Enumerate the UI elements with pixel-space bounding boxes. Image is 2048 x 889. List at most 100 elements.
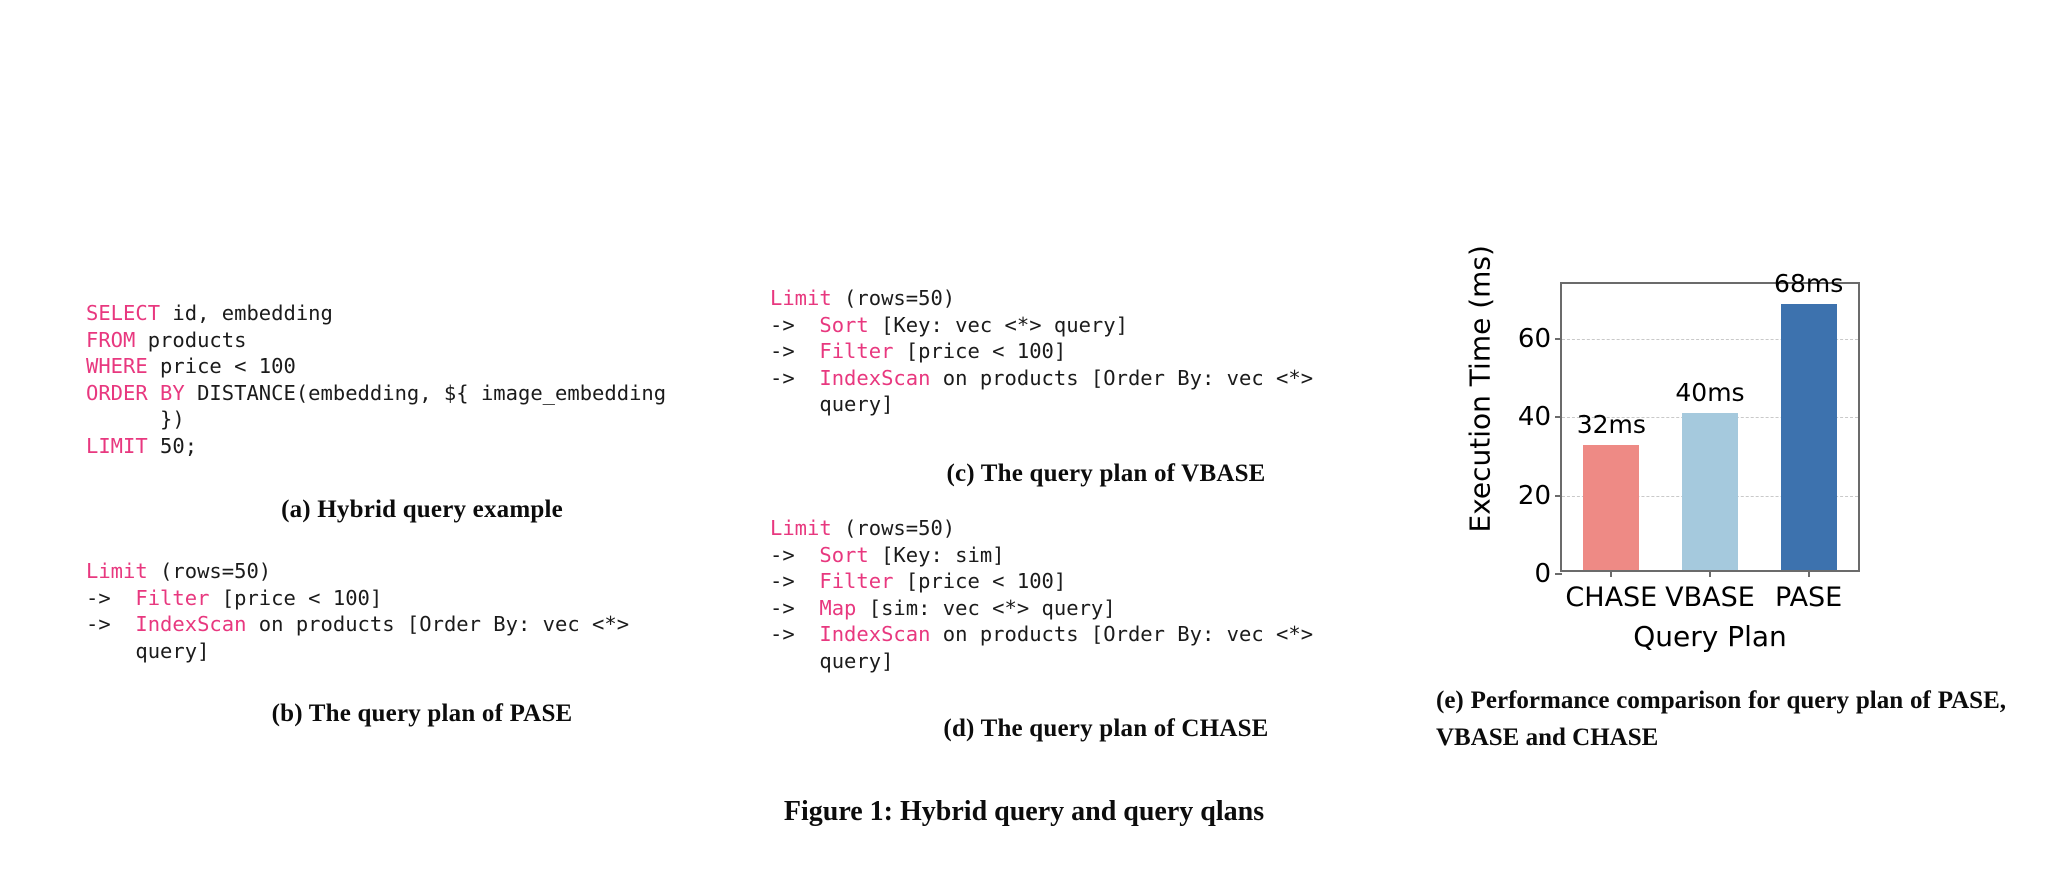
plan-pase-keyword: Limit [86, 559, 148, 583]
plan-pase-keyword: IndexScan [135, 612, 247, 636]
plan-chase-keyword: Sort [819, 542, 869, 567]
sql-keyword: ORDER BY [86, 380, 185, 405]
sql-text: 50; [147, 433, 198, 458]
sql-text: price < 100 [147, 354, 296, 378]
plan-pase-line: query] [86, 638, 629, 665]
sql-text: }) [86, 407, 185, 431]
plan-chase-keyword: Map [819, 595, 857, 620]
chart-y-tick-label: 40 [1517, 402, 1551, 433]
plan-pase-text: -> [86, 612, 136, 636]
plan-pase-line: -> Filter [price < 100] [86, 585, 629, 612]
plan-chase-text: on products [Order By: vec <*> [930, 622, 1314, 646]
panel-b-code-block: Limit (rows=50) -> Filter [price < 100] ->… [86, 558, 629, 664]
chart-x-tick-mark [1807, 570, 1810, 577]
chart-plot-frame: 0 20 40 60 32ms CHASE 40ms VBASE 68ms PASE [1518, 269, 1860, 613]
chart-x-tick-label: PASE [1775, 582, 1843, 613]
chart-bar: 68ms PASE [1774, 269, 1843, 613]
plan-chase-line: Limit (rows=50) [770, 515, 1313, 542]
plan-chase-keyword: Limit [770, 516, 832, 540]
chart-y-tick-mark [1555, 494, 1562, 497]
sql-keyword: SELECT [86, 301, 161, 325]
plan-vbase-line: Limit (rows=50) [770, 285, 1313, 312]
panel-e-caption: (e) Performance comparison for query pla… [1436, 687, 2006, 751]
plan-vbase-line: query] [770, 391, 1313, 418]
plan-pase-text: on products [Order By: vec <*> [246, 612, 630, 636]
chart-bar-value-label: 32ms [1576, 409, 1646, 439]
panel-c-caption: (c) The query plan of VBASE [946, 460, 1266, 487]
chart-bar-value-label: 40ms [1675, 378, 1745, 408]
plan-chase-text: [sim: vec <*> query] [856, 595, 1116, 620]
plan-vbase-text: [price < 100] [893, 339, 1067, 363]
sql-text: DISTANCE(embedding, ${ image_embedding [184, 380, 667, 405]
panel-c-code-block: Limit (rows=50) -> Sort [Key: vec <*> que… [770, 285, 1313, 418]
performance-bar-chart: Execution Time (ms) 0 20 40 60 32ms CHASE 40m… [1436, 245, 2016, 653]
plan-pase-text: -> [86, 585, 136, 610]
plan-vbase-text: [Key: vec <*> query] [868, 312, 1128, 337]
chart-bars: 32ms CHASE 40ms VBASE 68ms PASE [1562, 269, 1858, 613]
plan-chase-line: -> Sort [Key: sim] [770, 542, 1313, 569]
plan-pase-line: Limit (rows=50) [86, 558, 629, 585]
chart-area: Execution Time (ms) 0 20 40 60 32ms CHASE 40m… [1436, 245, 1896, 653]
chart-x-axis-label: Query Plan [1633, 620, 1787, 653]
panel-d-code-block: Limit (rows=50) -> Sort [Key: sim] -> Filt… [770, 515, 1313, 674]
panel-a-caption: (a) Hybrid query example [281, 496, 563, 523]
plan-chase-text: -> [770, 569, 820, 593]
chart-bar-group: 68ms PASE [1759, 269, 1858, 613]
chart-y-tick-label: 0 [1534, 559, 1551, 589]
plan-chase-line: query] [770, 648, 1313, 675]
sql-keyword: LIMIT [86, 433, 148, 458]
chart-x-tick-label: CHASE [1565, 582, 1658, 613]
chart-bar-group: 40ms VBASE [1661, 284, 1760, 613]
panel-d-caption: (d) The query plan of CHASE [943, 715, 1269, 742]
plan-vbase-keyword: Sort [819, 312, 869, 337]
plan-chase-text: [price < 100] [893, 569, 1067, 593]
plan-vbase-keyword: Limit [770, 286, 832, 310]
plan-pase-text: (rows=50) [147, 559, 272, 583]
plan-chase-text: -> [770, 622, 820, 646]
plan-vbase-text: -> [770, 365, 820, 390]
plan-vbase-line: -> Filter [price < 100] [770, 338, 1313, 365]
sql-line: LIMIT 50; [86, 433, 666, 460]
plan-pase-text: [price < 100] [209, 585, 383, 610]
plan-vbase-text: query] [770, 392, 894, 416]
chart-y-tick-mark [1555, 416, 1562, 419]
plan-chase-text: [Key: sim] [868, 542, 1005, 567]
plan-chase-line: -> Filter [price < 100] [770, 568, 1313, 595]
chart-bar: 40ms VBASE [1665, 378, 1755, 613]
chart-bar: 32ms CHASE [1565, 410, 1657, 613]
chart-y-tick-mark [1555, 337, 1562, 340]
plan-pase-line: -> IndexScan on products [Order By: vec … [86, 611, 629, 638]
plan-vbase-text: (rows=50) [831, 286, 956, 310]
chart-x-tick-mark [1610, 570, 1613, 577]
plan-chase-keyword: Filter [819, 569, 894, 593]
plan-pase-keyword: Filter [135, 585, 210, 610]
chart-bar-group: 32ms CHASE [1562, 284, 1661, 613]
plan-chase-keyword: IndexScan [819, 622, 931, 646]
chart-bar-value-label: 68ms [1774, 268, 1844, 298]
sql-line: SELECT id, embedding [86, 300, 666, 327]
chart-y-tick-label: 20 [1517, 480, 1551, 511]
plan-vbase-text: -> [770, 339, 820, 363]
plan-chase-text: -> [770, 542, 820, 567]
plan-vbase-line: -> IndexScan on products [Order By: vec … [770, 365, 1313, 392]
plan-vbase-text: -> [770, 312, 820, 337]
sql-text: products [135, 327, 247, 352]
plan-vbase-keyword: Filter [819, 339, 894, 363]
sql-keyword: WHERE [86, 354, 148, 378]
sql-line: FROM products [86, 327, 666, 354]
sql-line: }) [86, 406, 666, 433]
chart-x-tick-label: VBASE [1665, 582, 1755, 613]
plan-chase-line: -> Map [sim: vec <*> query] [770, 595, 1313, 622]
plan-chase-text: query] [770, 648, 894, 673]
sql-line: ORDER BY DISTANCE(embedding, ${ image_em… [86, 380, 666, 407]
plan-chase-text: (rows=50) [831, 516, 956, 540]
plan-vbase-line: -> Sort [Key: vec <*> query] [770, 312, 1313, 339]
plan-pase-text: query] [86, 638, 210, 663]
plan-chase-line: -> IndexScan on products [Order By: vec … [770, 621, 1313, 648]
panel-b-caption: (b) The query plan of PASE [271, 700, 573, 727]
plan-vbase-text: on products [Order By: vec <*> [930, 365, 1314, 390]
chart-y-tick-label: 60 [1517, 323, 1551, 354]
figure-caption: Figure 1: Hybrid query and query qlans [783, 796, 1265, 827]
chart-y-tick-mark [1555, 573, 1562, 575]
sql-text: id, embedding [160, 301, 333, 325]
